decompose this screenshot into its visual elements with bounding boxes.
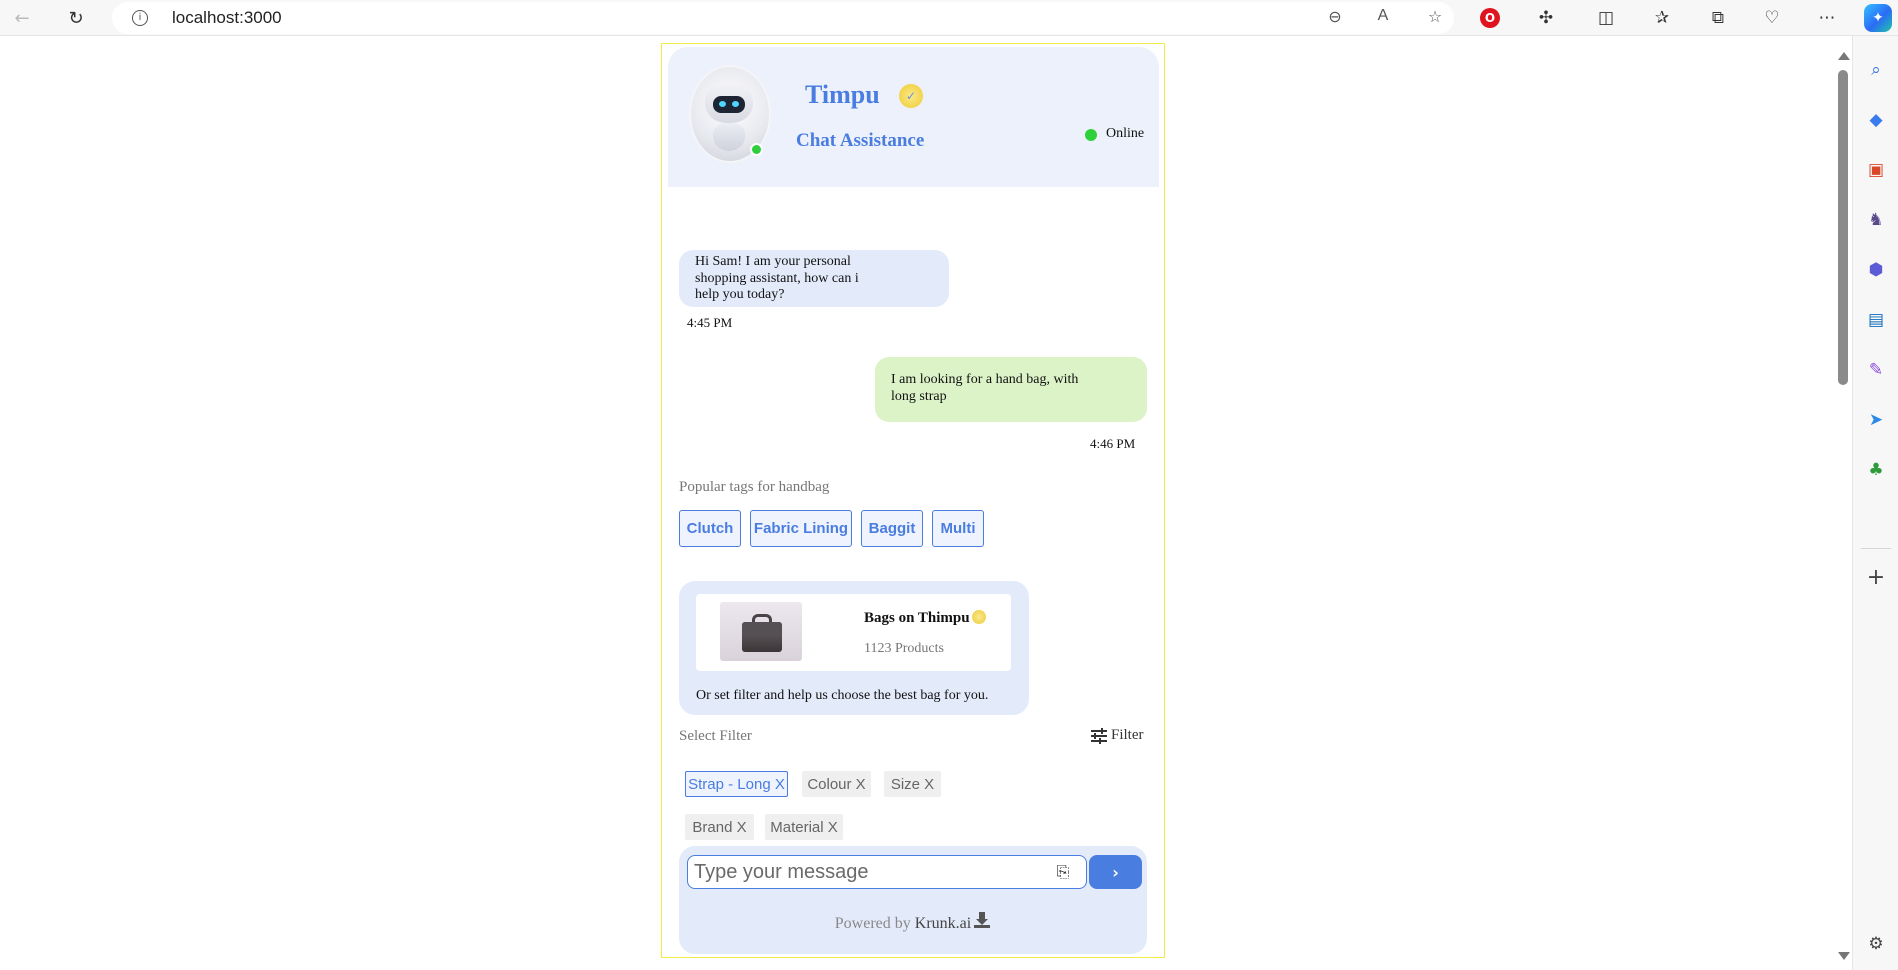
tree-icon[interactable]: ♣ [1864, 458, 1888, 482]
add-icon[interactable]: + [1864, 566, 1888, 590]
tag-fabric-lining[interactable]: Fabric Lining [750, 510, 852, 547]
bag-flap [742, 622, 782, 634]
filter-button[interactable]: Filter [1091, 727, 1144, 744]
online-status-dot [1085, 129, 1097, 141]
bag-image [720, 602, 802, 661]
shopping-tag-icon[interactable]: ◆ [1864, 108, 1888, 132]
back-arrow-icon[interactable]: ← [10, 6, 34, 30]
krunk-logo-icon [974, 912, 991, 928]
robot-head [705, 81, 753, 123]
bot-message-time: 4:45 PM [687, 315, 733, 330]
filter-chip-size[interactable]: Size X [884, 771, 941, 797]
product-card: Bags on Thimpu 1123 Products Or set filt… [679, 581, 1029, 715]
sidebar-divider [1861, 548, 1891, 549]
verified-badge-icon [972, 610, 986, 624]
product-card-link[interactable]: Bags on Thimpu 1123 Products [696, 594, 1011, 671]
chat-widget: Timpu ✓ Chat Assistance Online Hi Sam! I… [661, 43, 1165, 958]
select-filter-label: Select Filter [679, 728, 752, 744]
designer-icon[interactable]: ✎ [1864, 358, 1888, 382]
card-description: Or set filter and help us choose the bes… [696, 688, 989, 703]
user-message-bubble: I am looking for a hand bag, with long s… [875, 357, 1147, 422]
read-aloud-icon[interactable]: A [1372, 7, 1394, 29]
tag-multi[interactable]: Multi [932, 510, 984, 547]
chevron-right-icon: › [1112, 862, 1119, 882]
message-input[interactable] [687, 855, 1087, 889]
edge-sidebar: ⌕ ◆ ▣ ♞ ⬢ ▤ ✎ ➤ ♣ + ⚙ [1852, 36, 1898, 970]
sliders-icon [1091, 727, 1107, 744]
scroll-up-arrow-icon[interactable] [1838, 52, 1850, 60]
settings-gear-icon[interactable]: ⚙ [1864, 932, 1888, 956]
robot-eye [732, 101, 739, 107]
tag-clutch[interactable]: Clutch [679, 510, 741, 547]
popular-tags-label: Popular tags for handbag [679, 479, 830, 495]
user-message-text: I am looking for a hand bag, with long s… [891, 372, 1079, 404]
avatar-online-indicator [750, 143, 763, 156]
tools-icon[interactable]: ▣ [1864, 158, 1888, 182]
collections-icon[interactable]: ⧉ [1706, 6, 1730, 30]
microsoft-365-icon[interactable]: ⬢ [1864, 258, 1888, 282]
powered-by-brand[interactable]: Krunk.ai [915, 915, 971, 932]
message-composer: ⎘ › Powered by Krunk.ai [679, 846, 1147, 954]
extensions-puzzle-icon[interactable]: ✣ [1534, 6, 1558, 30]
outlook-icon[interactable]: ▤ [1864, 308, 1888, 332]
chat-header: Timpu ✓ Chat Assistance Online [668, 47, 1159, 187]
telegram-icon[interactable]: ➤ [1864, 408, 1888, 432]
user-message-time: 4:46 PM [1090, 436, 1136, 451]
split-screen-icon[interactable]: ◫ [1594, 6, 1618, 30]
robot-face [713, 96, 745, 113]
info-icon[interactable]: i [132, 10, 148, 26]
send-button[interactable]: › [1089, 855, 1142, 889]
scrollbar-thumb[interactable] [1838, 70, 1848, 385]
browser-toolbar: ← ↻ i localhost:3000 ⊖ A ☆ O ✣ ◫ ✰ ⧉ ♡ ⋯… [0, 0, 1898, 36]
favorites-icon[interactable]: ✰ [1650, 6, 1674, 30]
filter-chip-material[interactable]: Material X [765, 814, 843, 840]
robot-body [713, 123, 745, 151]
filter-button-label: Filter [1111, 727, 1144, 743]
online-status-text: Online [1106, 126, 1145, 141]
refresh-icon[interactable]: ↻ [64, 6, 88, 30]
filter-chip-colour[interactable]: Colour X [802, 771, 871, 797]
powered-by-prefix: Powered by [834, 915, 911, 932]
product-count: 1123 Products [864, 641, 944, 656]
filter-chip-strap-long[interactable]: Strap - Long X [685, 771, 788, 797]
chat-subtitle: Chat Assistance [796, 130, 925, 151]
address-bar[interactable]: i localhost:3000 ⊖ A ☆ [112, 2, 1454, 34]
more-menu-icon[interactable]: ⋯ [1815, 6, 1839, 30]
verified-badge-icon: ✓ [899, 84, 923, 108]
scroll-down-arrow-icon[interactable] [1838, 952, 1850, 960]
robot-eye [719, 101, 726, 107]
bot-message-text: Hi Sam! I am your personal shopping assi… [695, 254, 859, 302]
games-icon[interactable]: ♞ [1864, 208, 1888, 232]
bot-message-bubble: Hi Sam! I am your personal shopping assi… [679, 250, 949, 307]
opera-extension-icon[interactable]: O [1480, 8, 1500, 28]
search-icon[interactable]: ⌕ [1864, 58, 1888, 82]
tag-baggit[interactable]: Baggit [861, 510, 923, 547]
browser-essentials-icon[interactable]: ♡ [1760, 6, 1784, 30]
powered-by: Powered by Krunk.ai [679, 910, 1147, 933]
card-title: Bags on Thimpu [864, 610, 970, 626]
filter-chip-brand[interactable]: Brand X [685, 814, 754, 840]
url-text[interactable]: localhost:3000 [172, 8, 282, 28]
paperclip-icon[interactable]: ⎘ [1054, 860, 1072, 884]
copilot-icon[interactable]: ✦ [1864, 4, 1892, 32]
bot-name: Timpu [805, 80, 880, 109]
zoom-out-icon[interactable]: ⊖ [1324, 7, 1346, 29]
star-icon[interactable]: ☆ [1424, 7, 1446, 29]
